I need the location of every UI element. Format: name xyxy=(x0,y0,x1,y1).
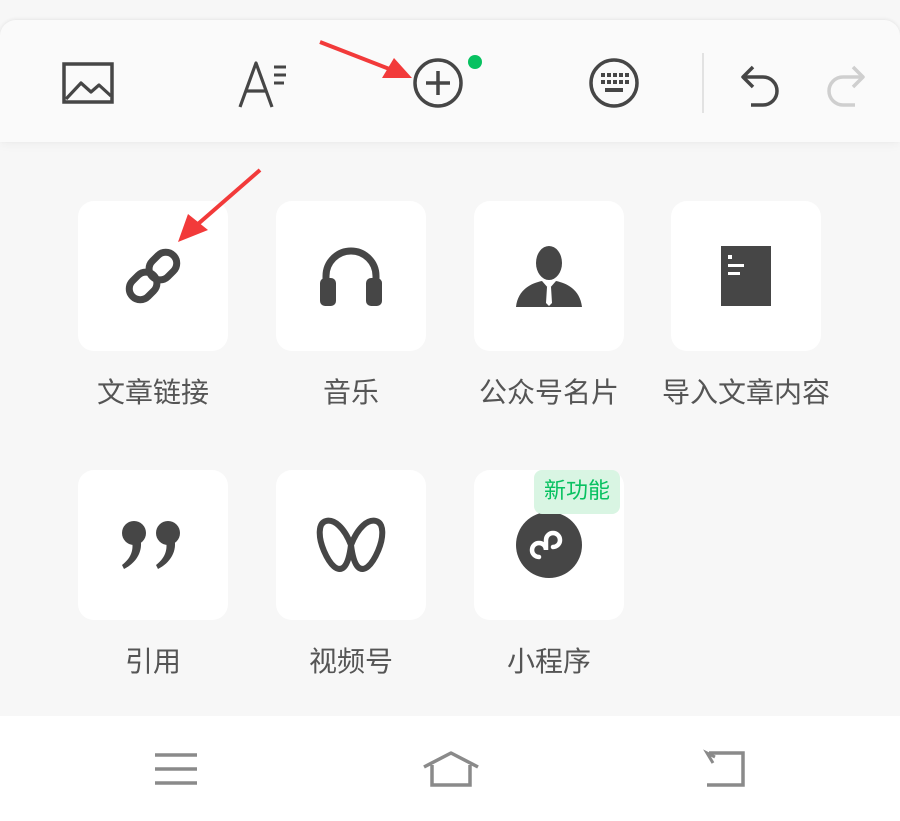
grid-item-label: 小程序 xyxy=(506,645,591,678)
grid-item-label: 音乐 xyxy=(322,376,379,409)
back-button[interactable] xyxy=(694,744,754,794)
insert-more-button[interactable] xyxy=(408,53,468,113)
tile[interactable] xyxy=(276,201,426,351)
image-icon xyxy=(62,62,114,104)
plus-circle-icon xyxy=(413,58,463,108)
toolbar-divider xyxy=(702,53,704,113)
home-button[interactable] xyxy=(418,744,484,794)
tile[interactable] xyxy=(78,470,228,620)
channels-icon xyxy=(316,517,386,572)
text-format-button[interactable] xyxy=(232,56,296,112)
text-format-icon xyxy=(238,61,286,108)
menu-icon xyxy=(155,753,197,785)
image-button[interactable] xyxy=(58,58,118,108)
mini-program-icon xyxy=(516,512,582,578)
document-icon xyxy=(721,246,771,306)
new-feature-badge: 新功能 xyxy=(534,470,621,514)
person-icon xyxy=(516,246,582,307)
tile[interactable] xyxy=(671,201,821,351)
grid-item-label: 导入文章内容 xyxy=(661,376,830,409)
tile[interactable] xyxy=(474,201,624,351)
back-icon xyxy=(703,749,745,787)
grid-item-label: 引用 xyxy=(124,645,181,678)
headphones-icon xyxy=(320,247,382,306)
quote-icon xyxy=(122,521,180,569)
grid-item-label: 视频号 xyxy=(308,645,393,678)
undo-icon xyxy=(741,65,779,107)
menu-button[interactable] xyxy=(146,744,206,794)
undo-button[interactable] xyxy=(730,58,786,108)
home-icon xyxy=(423,751,479,787)
system-nav-bar xyxy=(0,716,900,821)
grid-item-label: 公众号名片 xyxy=(478,376,619,409)
redo-icon xyxy=(827,65,865,107)
new-indicator-dot xyxy=(468,55,482,69)
keyboard-icon xyxy=(589,58,639,108)
link-icon xyxy=(125,248,181,304)
tile[interactable] xyxy=(276,470,426,620)
grid-item-label: 文章链接 xyxy=(96,376,209,409)
redo-button[interactable] xyxy=(820,58,876,108)
tile[interactable] xyxy=(78,201,228,351)
editor-toolbar xyxy=(0,20,900,142)
keyboard-button[interactable] xyxy=(584,53,644,113)
